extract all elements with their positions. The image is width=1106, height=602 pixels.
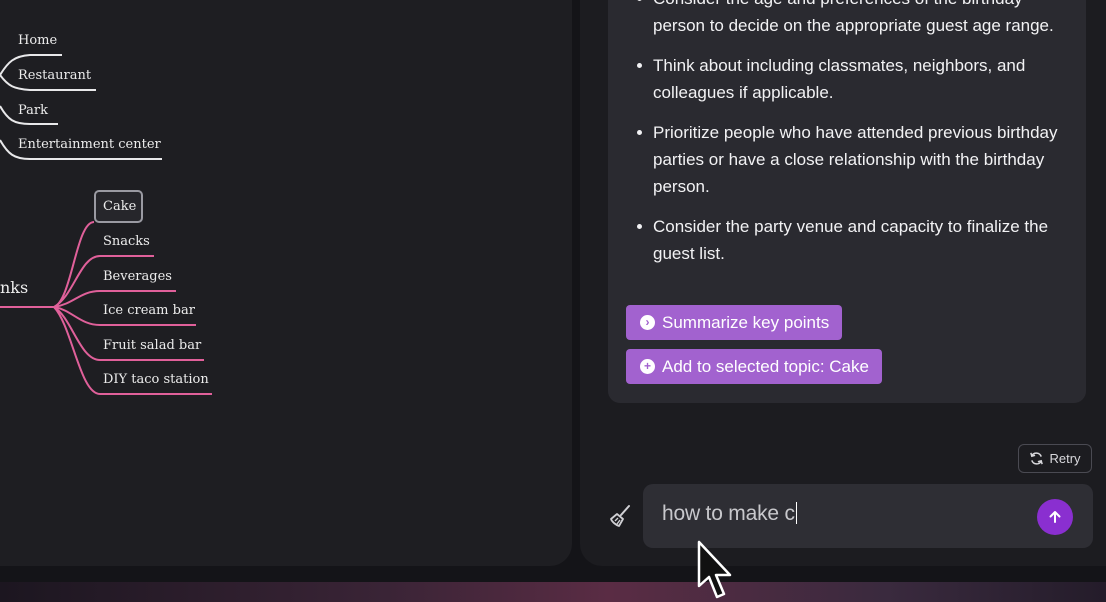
arrow-up-icon	[1049, 511, 1061, 523]
mindmap-node-entertainment-center[interactable]: Entertainment center	[18, 137, 161, 152]
mindmap-node-fruit-salad-bar[interactable]: Fruit salad bar	[103, 338, 201, 353]
chat-input-value[interactable]: how to make c	[662, 502, 798, 526]
retry-button[interactable]: Retry	[1018, 444, 1092, 473]
send-button[interactable]	[1037, 499, 1073, 535]
bullet-item: Consider the party venue and capacity to…	[637, 213, 1073, 267]
taskbar-strip	[0, 582, 1106, 602]
retry-label: Retry	[1049, 451, 1081, 466]
mindmap-node-restaurant[interactable]: Restaurant	[18, 68, 91, 83]
chevron-right-circle-icon: ›	[640, 315, 655, 330]
mindmap-panel: Home Restaurant Park Entertainment cente…	[0, 0, 572, 566]
add-topic-button-label: Add to selected topic: Cake	[662, 356, 869, 376]
mindmap-node-snacks[interactable]: Snacks	[103, 234, 150, 249]
text-caret	[795, 502, 798, 524]
mindmap-node-park[interactable]: Park	[18, 103, 48, 118]
mindmap-node-cake[interactable]: Cake	[103, 199, 136, 214]
mindmap-node-ice-cream-bar[interactable]: Ice cream bar	[103, 303, 195, 318]
refresh-icon	[1030, 452, 1044, 465]
bullet-item: Prioritize people who have attended prev…	[637, 119, 1073, 200]
mindmap-node-home[interactable]: Home	[18, 33, 57, 48]
bullet-item: Consider the age and preferences of the …	[637, 0, 1073, 39]
summarize-button-label: Summarize key points	[662, 312, 830, 332]
plus-circle-icon: +	[640, 359, 655, 374]
clear-chat-brush-icon[interactable]	[608, 503, 634, 529]
mindmap-node-diy-taco-station[interactable]: DIY taco station	[103, 372, 209, 387]
mindmap-node-beverages[interactable]: Beverages	[103, 269, 172, 284]
assistant-bullet-list: Consider the age and preferences of the …	[637, 0, 1073, 280]
mindmap-connectors	[0, 54, 212, 395]
add-to-topic-button[interactable]: + Add to selected topic: Cake	[626, 349, 882, 384]
bullet-item: Think about including classmates, neighb…	[637, 52, 1073, 106]
mindmap-parent-node[interactable]: nks	[0, 278, 28, 297]
summarize-key-points-button[interactable]: › Summarize key points	[626, 305, 843, 340]
mouse-pointer-icon	[697, 540, 732, 599]
